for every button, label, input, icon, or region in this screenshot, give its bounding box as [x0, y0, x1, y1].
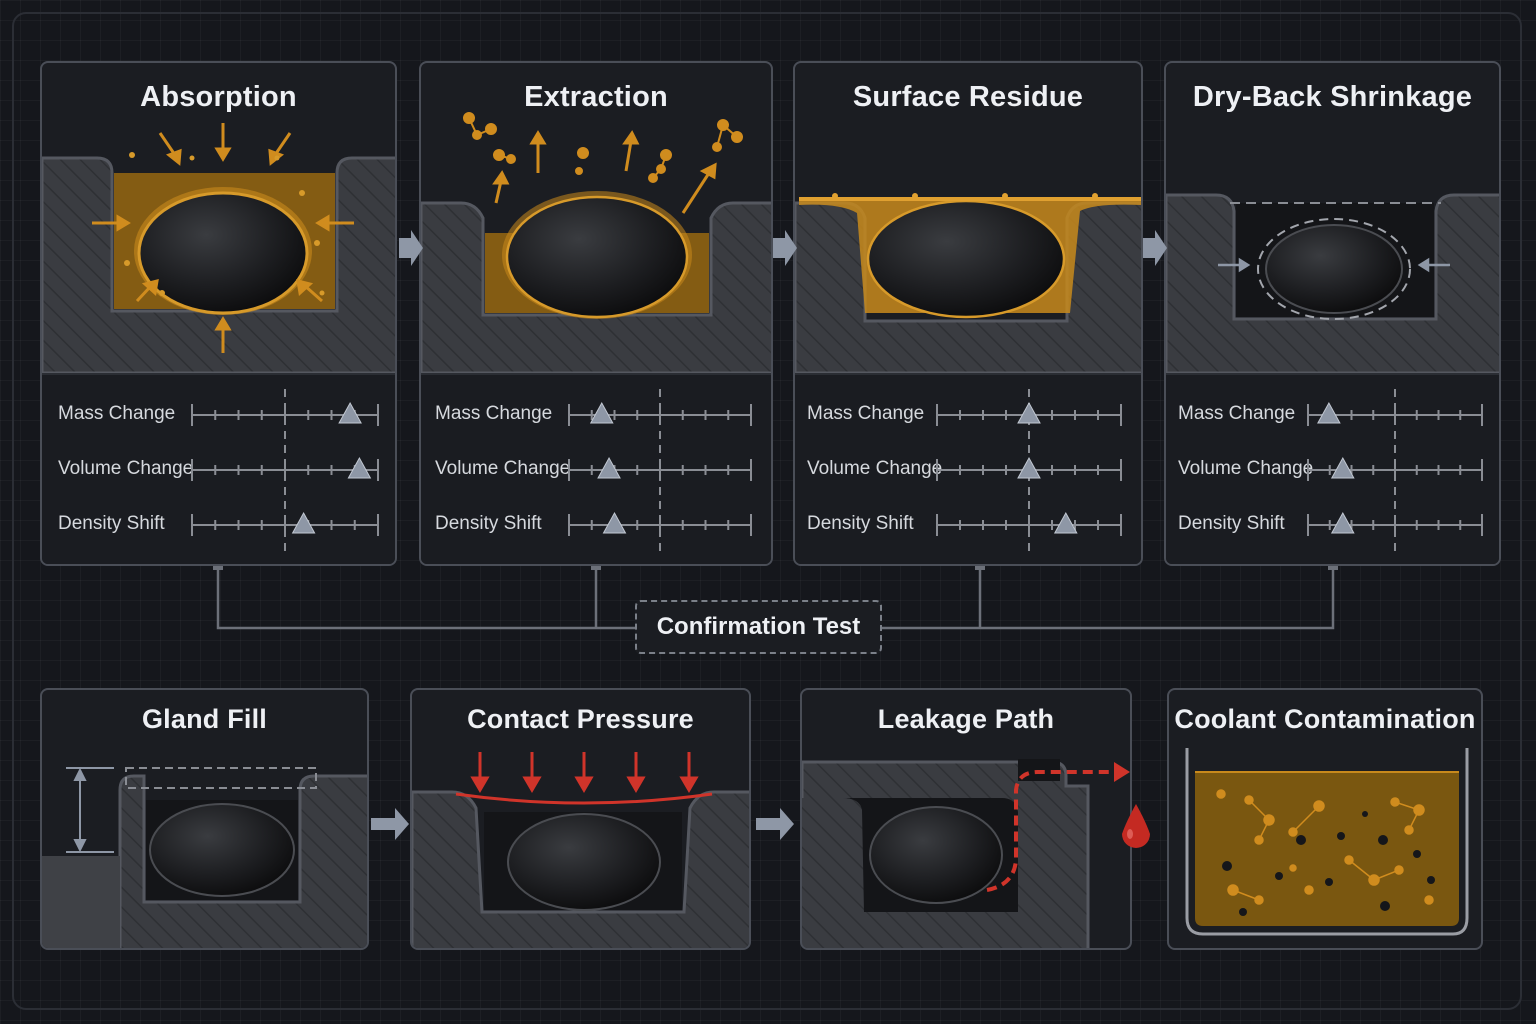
effect-panel-gland-fill: Gland Fill [40, 688, 369, 950]
metric-gauge-group [191, 389, 379, 551]
arrow-right-icon [773, 230, 797, 266]
metric-gauge-group [936, 389, 1122, 551]
pressure-arrows [470, 752, 699, 793]
effect-panel-contact-pressure: Contact Pressure [410, 688, 751, 950]
stage-panel-surface-residue: Surface Residue Mass Change Volume Chang… [793, 61, 1143, 566]
stage-title: Dry-Back Shrinkage [1192, 81, 1473, 113]
metric-gauges: Mass Change Volume Change Density Shift [795, 373, 1141, 564]
metric-marker [1017, 401, 1041, 424]
metric-marker [602, 511, 627, 534]
effect-title: Gland Fill [141, 704, 267, 734]
effect-title: Coolant Contamination [1174, 704, 1476, 734]
metric-gauge-group [568, 389, 752, 551]
effect-title: Leakage Path [877, 704, 1055, 734]
metric-marker [597, 456, 621, 479]
effect-title: Contact Pressure [467, 704, 694, 734]
confirmation-test-box: Confirmation Test [635, 600, 882, 654]
effect-panel-coolant-contamination: Coolant Contamination [1167, 688, 1483, 950]
connector-absorption [216, 566, 635, 630]
metric-marker [1053, 511, 1078, 534]
metric-marker [589, 401, 614, 424]
diagram-canvas: Absorption Mass Change Volume Change Den… [0, 0, 1536, 1024]
metric-gauge-group [1307, 389, 1483, 551]
metric-marker [1317, 401, 1341, 424]
stage-panel-dry-back: Dry-Back Shrinkage Mass Change Volume Ch… [1164, 61, 1501, 566]
metric-marker [1017, 456, 1041, 479]
metric-marker [338, 401, 362, 424]
metric-marker [347, 456, 372, 479]
stage-title: Extraction [524, 81, 668, 113]
arrow-right-icon [756, 808, 794, 840]
metric-track [936, 456, 1122, 481]
stage-panel-absorption: Absorption Mass Change Volume Change Den… [40, 61, 397, 566]
droplet-icon [1122, 804, 1150, 848]
metric-gauges: Mass Change Volume Change Density Shift [421, 373, 771, 564]
gauge-height-indicator [66, 767, 114, 853]
stage-panel-extraction: Extraction Mass Change Volume Change Den… [419, 61, 773, 566]
arrow-right-icon [1143, 230, 1167, 266]
connector-dryback [882, 566, 1335, 630]
metric-marker [291, 511, 316, 534]
stage-title: Absorption [140, 81, 297, 113]
metric-track [936, 401, 1122, 426]
arrow-right-icon [371, 808, 409, 840]
metric-gauges: Mass Change Volume Change Density Shift [1166, 373, 1499, 564]
metric-gauges: Mass Change Volume Change Density Shift [42, 373, 395, 564]
arrow-right-icon [399, 230, 423, 266]
effect-panel-leakage-path: Leakage Path [800, 688, 1132, 950]
stage-title: Surface Residue [852, 81, 1084, 113]
